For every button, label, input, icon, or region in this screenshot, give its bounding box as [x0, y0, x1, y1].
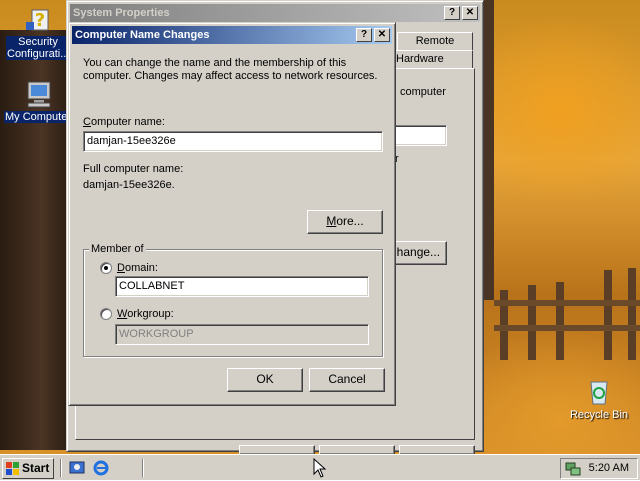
windows-logo-icon [6, 462, 19, 475]
workgroup-label: Workgroup: [117, 308, 174, 320]
partial-text: computer [400, 86, 446, 98]
domain-label: Domain: [117, 262, 158, 274]
computer-name-field[interactable]: damjan-15ee326e [83, 131, 383, 152]
close-button[interactable]: ✕ [374, 28, 390, 42]
system-tray: 5:20 AM [560, 458, 638, 479]
full-name-value: damjan-15ee326e. [83, 179, 175, 191]
ok-button[interactable]: OK [227, 368, 303, 392]
start-label: Start [22, 461, 50, 475]
taskbar-separator [60, 459, 62, 477]
recycle-bin-icon [583, 376, 615, 408]
tab-remote[interactable]: Remote [397, 32, 473, 50]
tab-label: Hardware [396, 53, 444, 65]
internet-explorer-icon[interactable] [92, 459, 110, 477]
system-properties-titlebar[interactable]: System Properties ? ✕ [70, 4, 480, 22]
fence-post [604, 270, 612, 360]
desktop-icon-label: Security Configurati... [6, 36, 70, 60]
domain-field[interactable]: COLLABNET [115, 276, 369, 297]
workgroup-field: WORKGROUP [115, 324, 369, 345]
member-of-label: Member of [89, 243, 146, 256]
help-button[interactable]: ? [444, 6, 460, 20]
cancel-button[interactable]: Cancel [309, 368, 385, 392]
clock[interactable]: 5:20 AM [589, 462, 629, 474]
fence-post [528, 285, 536, 360]
domain-radio[interactable] [100, 262, 112, 274]
computer-name-label: Computer name: [83, 116, 165, 128]
fence-post [628, 268, 636, 360]
close-button[interactable]: ✕ [462, 6, 478, 20]
start-button[interactable]: Start [2, 458, 54, 479]
desktop-icon-recycle-bin[interactable]: Recycle Bin [564, 376, 634, 421]
network-icon[interactable] [565, 461, 581, 477]
desktop-icon-security-config[interactable]: ? Security Configurati... [3, 4, 73, 60]
more-button[interactable]: More... [307, 210, 383, 234]
help-icon: ? [448, 7, 456, 18]
help-icon: ? [360, 29, 368, 40]
show-desktop-icon[interactable] [68, 459, 86, 477]
change-button[interactable]: Change... [387, 241, 447, 265]
close-icon: ✕ [465, 7, 475, 18]
fence-post [556, 282, 564, 360]
dialog-titlebar[interactable]: Computer Name Changes ? ✕ [72, 26, 392, 44]
computer-name-changes-dialog[interactable]: Computer Name Changes ? ✕ You can change… [68, 22, 396, 406]
full-name-label: Full computer name: [83, 163, 184, 175]
tab-label: Remote [415, 35, 455, 47]
desktop-icon-my-computer[interactable]: My Computer [3, 78, 73, 123]
help-button[interactable]: ? [356, 28, 372, 42]
desktop-icon-label: My Computer [3, 111, 73, 123]
tree-trunk-right [484, 0, 494, 300]
mouse-cursor-icon [313, 457, 327, 478]
close-icon: ✕ [377, 29, 387, 40]
fence-rail [494, 300, 640, 306]
window-title: System Properties [73, 7, 170, 19]
svg-text:?: ? [35, 10, 45, 31]
tab-hardware[interactable]: Hardware [387, 50, 473, 68]
fence-rail [494, 325, 640, 331]
my-computer-icon [22, 78, 54, 110]
dialog-description: You can change the name and the membersh… [83, 57, 378, 82]
partial-field [387, 125, 447, 146]
desktop-icon-label: Recycle Bin [569, 409, 629, 421]
dialog-title: Computer Name Changes [75, 29, 210, 41]
taskbar-separator [142, 459, 144, 477]
security-config-icon: ? [22, 4, 54, 36]
workgroup-radio[interactable] [100, 308, 112, 320]
